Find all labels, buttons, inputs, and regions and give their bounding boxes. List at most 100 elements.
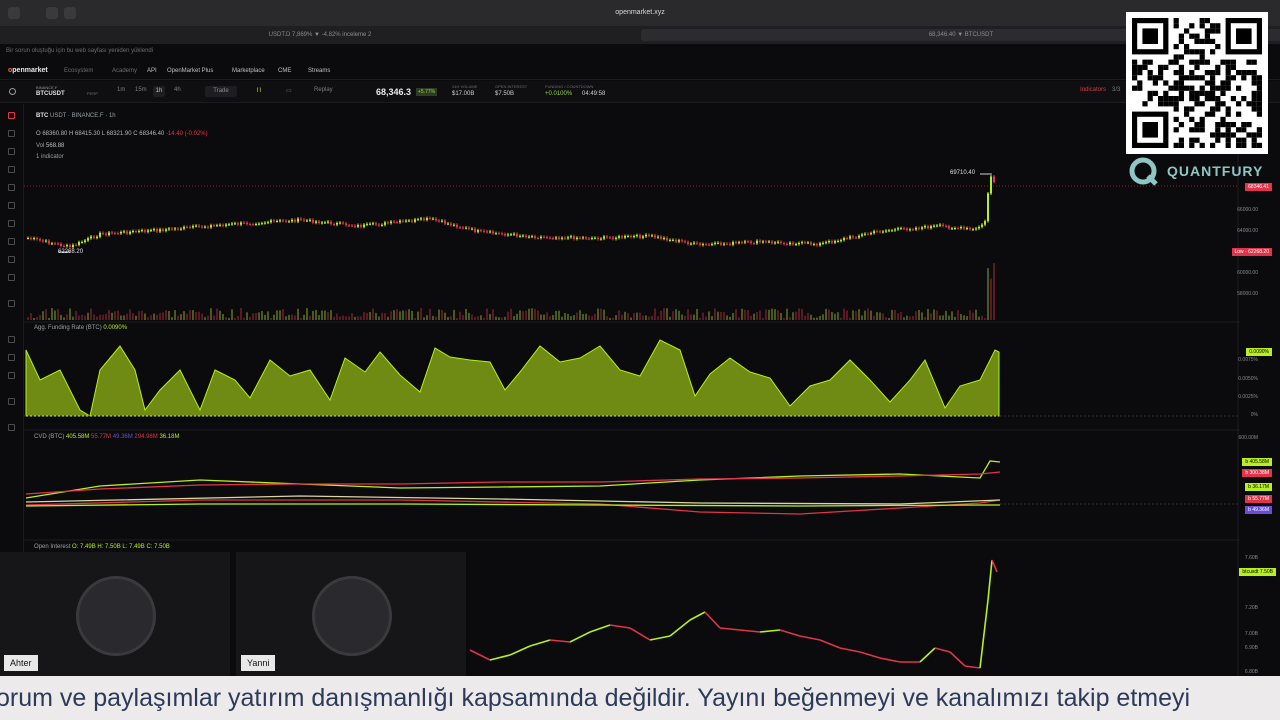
candle-body bbox=[747, 241, 749, 243]
candle-body bbox=[795, 244, 797, 246]
candle-body bbox=[168, 228, 170, 230]
volume-bar bbox=[255, 313, 257, 320]
volume-bar bbox=[69, 308, 71, 320]
volume-bar bbox=[717, 311, 719, 320]
candle-body bbox=[384, 222, 386, 225]
candle-body bbox=[441, 220, 443, 222]
candle-body bbox=[867, 233, 869, 235]
volume-bar bbox=[99, 314, 101, 320]
volume-bar bbox=[861, 315, 863, 320]
candle-body bbox=[858, 235, 860, 238]
candle-body bbox=[993, 176, 995, 182]
volume-bar bbox=[120, 315, 122, 320]
candle-body bbox=[291, 219, 293, 222]
volume-bar bbox=[471, 314, 473, 320]
volume-bar bbox=[366, 312, 368, 320]
volume-bar bbox=[114, 311, 116, 320]
candle-body bbox=[729, 243, 731, 245]
volume-bar bbox=[852, 310, 854, 320]
candle-body bbox=[591, 237, 593, 239]
candle-body bbox=[351, 225, 353, 227]
volume-bar bbox=[948, 315, 950, 320]
candle-body bbox=[81, 241, 83, 243]
oi-segment bbox=[719, 627, 741, 631]
candle-body bbox=[492, 231, 494, 234]
volume-bar bbox=[789, 317, 791, 320]
volume-bar bbox=[258, 312, 260, 320]
volume-bar bbox=[54, 310, 56, 320]
volume-bar bbox=[90, 308, 92, 320]
participant-name: Yanni bbox=[241, 655, 276, 671]
volume-bar bbox=[138, 311, 140, 320]
volume-bar bbox=[513, 316, 515, 320]
candle-body bbox=[807, 242, 809, 244]
main-legend: BTC USDT · BINANCE.F · 1h bbox=[36, 113, 116, 119]
candle-body bbox=[924, 226, 926, 228]
volume-bar bbox=[465, 308, 467, 320]
candle-body bbox=[63, 245, 65, 247]
candle-body bbox=[393, 221, 395, 223]
candle-body bbox=[870, 233, 872, 235]
candle-body bbox=[381, 224, 383, 226]
low-price-label: 62268.20 bbox=[58, 249, 84, 255]
candle-body bbox=[219, 224, 221, 226]
oi-segment bbox=[569, 631, 591, 643]
volume-bar bbox=[675, 309, 677, 320]
candle-body bbox=[603, 236, 605, 239]
volume-bar bbox=[39, 314, 41, 320]
candle-body bbox=[321, 222, 323, 224]
volume-bar bbox=[954, 316, 956, 320]
volume-bar bbox=[537, 310, 539, 320]
candle-body bbox=[987, 193, 989, 222]
candle-body bbox=[285, 220, 287, 222]
candle-body bbox=[318, 221, 320, 224]
volume-bar bbox=[696, 308, 698, 320]
participant-tile: Ahter bbox=[0, 552, 230, 676]
candle-body bbox=[918, 227, 920, 229]
candle-body bbox=[570, 236, 572, 238]
volume-bar bbox=[288, 315, 290, 320]
candle-body bbox=[516, 233, 518, 237]
candle-body bbox=[855, 237, 857, 239]
oi-axis-label: 7.20B bbox=[1244, 605, 1258, 611]
candle-body bbox=[549, 237, 551, 239]
volume-bar bbox=[972, 312, 974, 320]
candle-body bbox=[294, 219, 296, 222]
oi-segment bbox=[859, 651, 881, 659]
volume-bar bbox=[357, 316, 359, 320]
candle-body bbox=[717, 242, 719, 244]
volume-bar bbox=[297, 308, 299, 320]
volume-bar bbox=[219, 310, 221, 320]
oi-segment bbox=[949, 651, 966, 667]
volume-bar bbox=[810, 314, 812, 320]
volume-bar bbox=[540, 314, 542, 320]
volume-bar bbox=[27, 317, 29, 320]
oi-segment bbox=[759, 629, 781, 633]
volume-bar bbox=[300, 317, 302, 320]
volume-bar bbox=[198, 311, 200, 320]
candle-body bbox=[177, 228, 179, 230]
indicator-count[interactable]: 1 indicator bbox=[36, 154, 64, 160]
volume-bar bbox=[921, 312, 923, 320]
candle-body bbox=[735, 242, 737, 244]
candle-body bbox=[444, 220, 446, 224]
volume-bar bbox=[492, 309, 494, 320]
candle-body bbox=[711, 243, 713, 245]
candle-body bbox=[780, 241, 782, 244]
volume-bar bbox=[525, 310, 527, 320]
volume-bar bbox=[555, 310, 557, 320]
volume-bar bbox=[324, 310, 326, 320]
volume-bar bbox=[666, 308, 668, 320]
candle-body bbox=[180, 228, 182, 230]
candle-body bbox=[684, 241, 686, 243]
oi-segment bbox=[669, 619, 691, 637]
volume-bar bbox=[801, 308, 803, 320]
volume-bar bbox=[678, 310, 680, 320]
volume-bar bbox=[447, 317, 449, 320]
volume-bar bbox=[891, 309, 893, 320]
candle-body bbox=[387, 222, 389, 224]
candle-body bbox=[708, 244, 710, 246]
candle-body bbox=[192, 226, 194, 228]
volume-bar bbox=[48, 317, 50, 320]
cvd-axis-label: 600.00M bbox=[1238, 435, 1258, 441]
